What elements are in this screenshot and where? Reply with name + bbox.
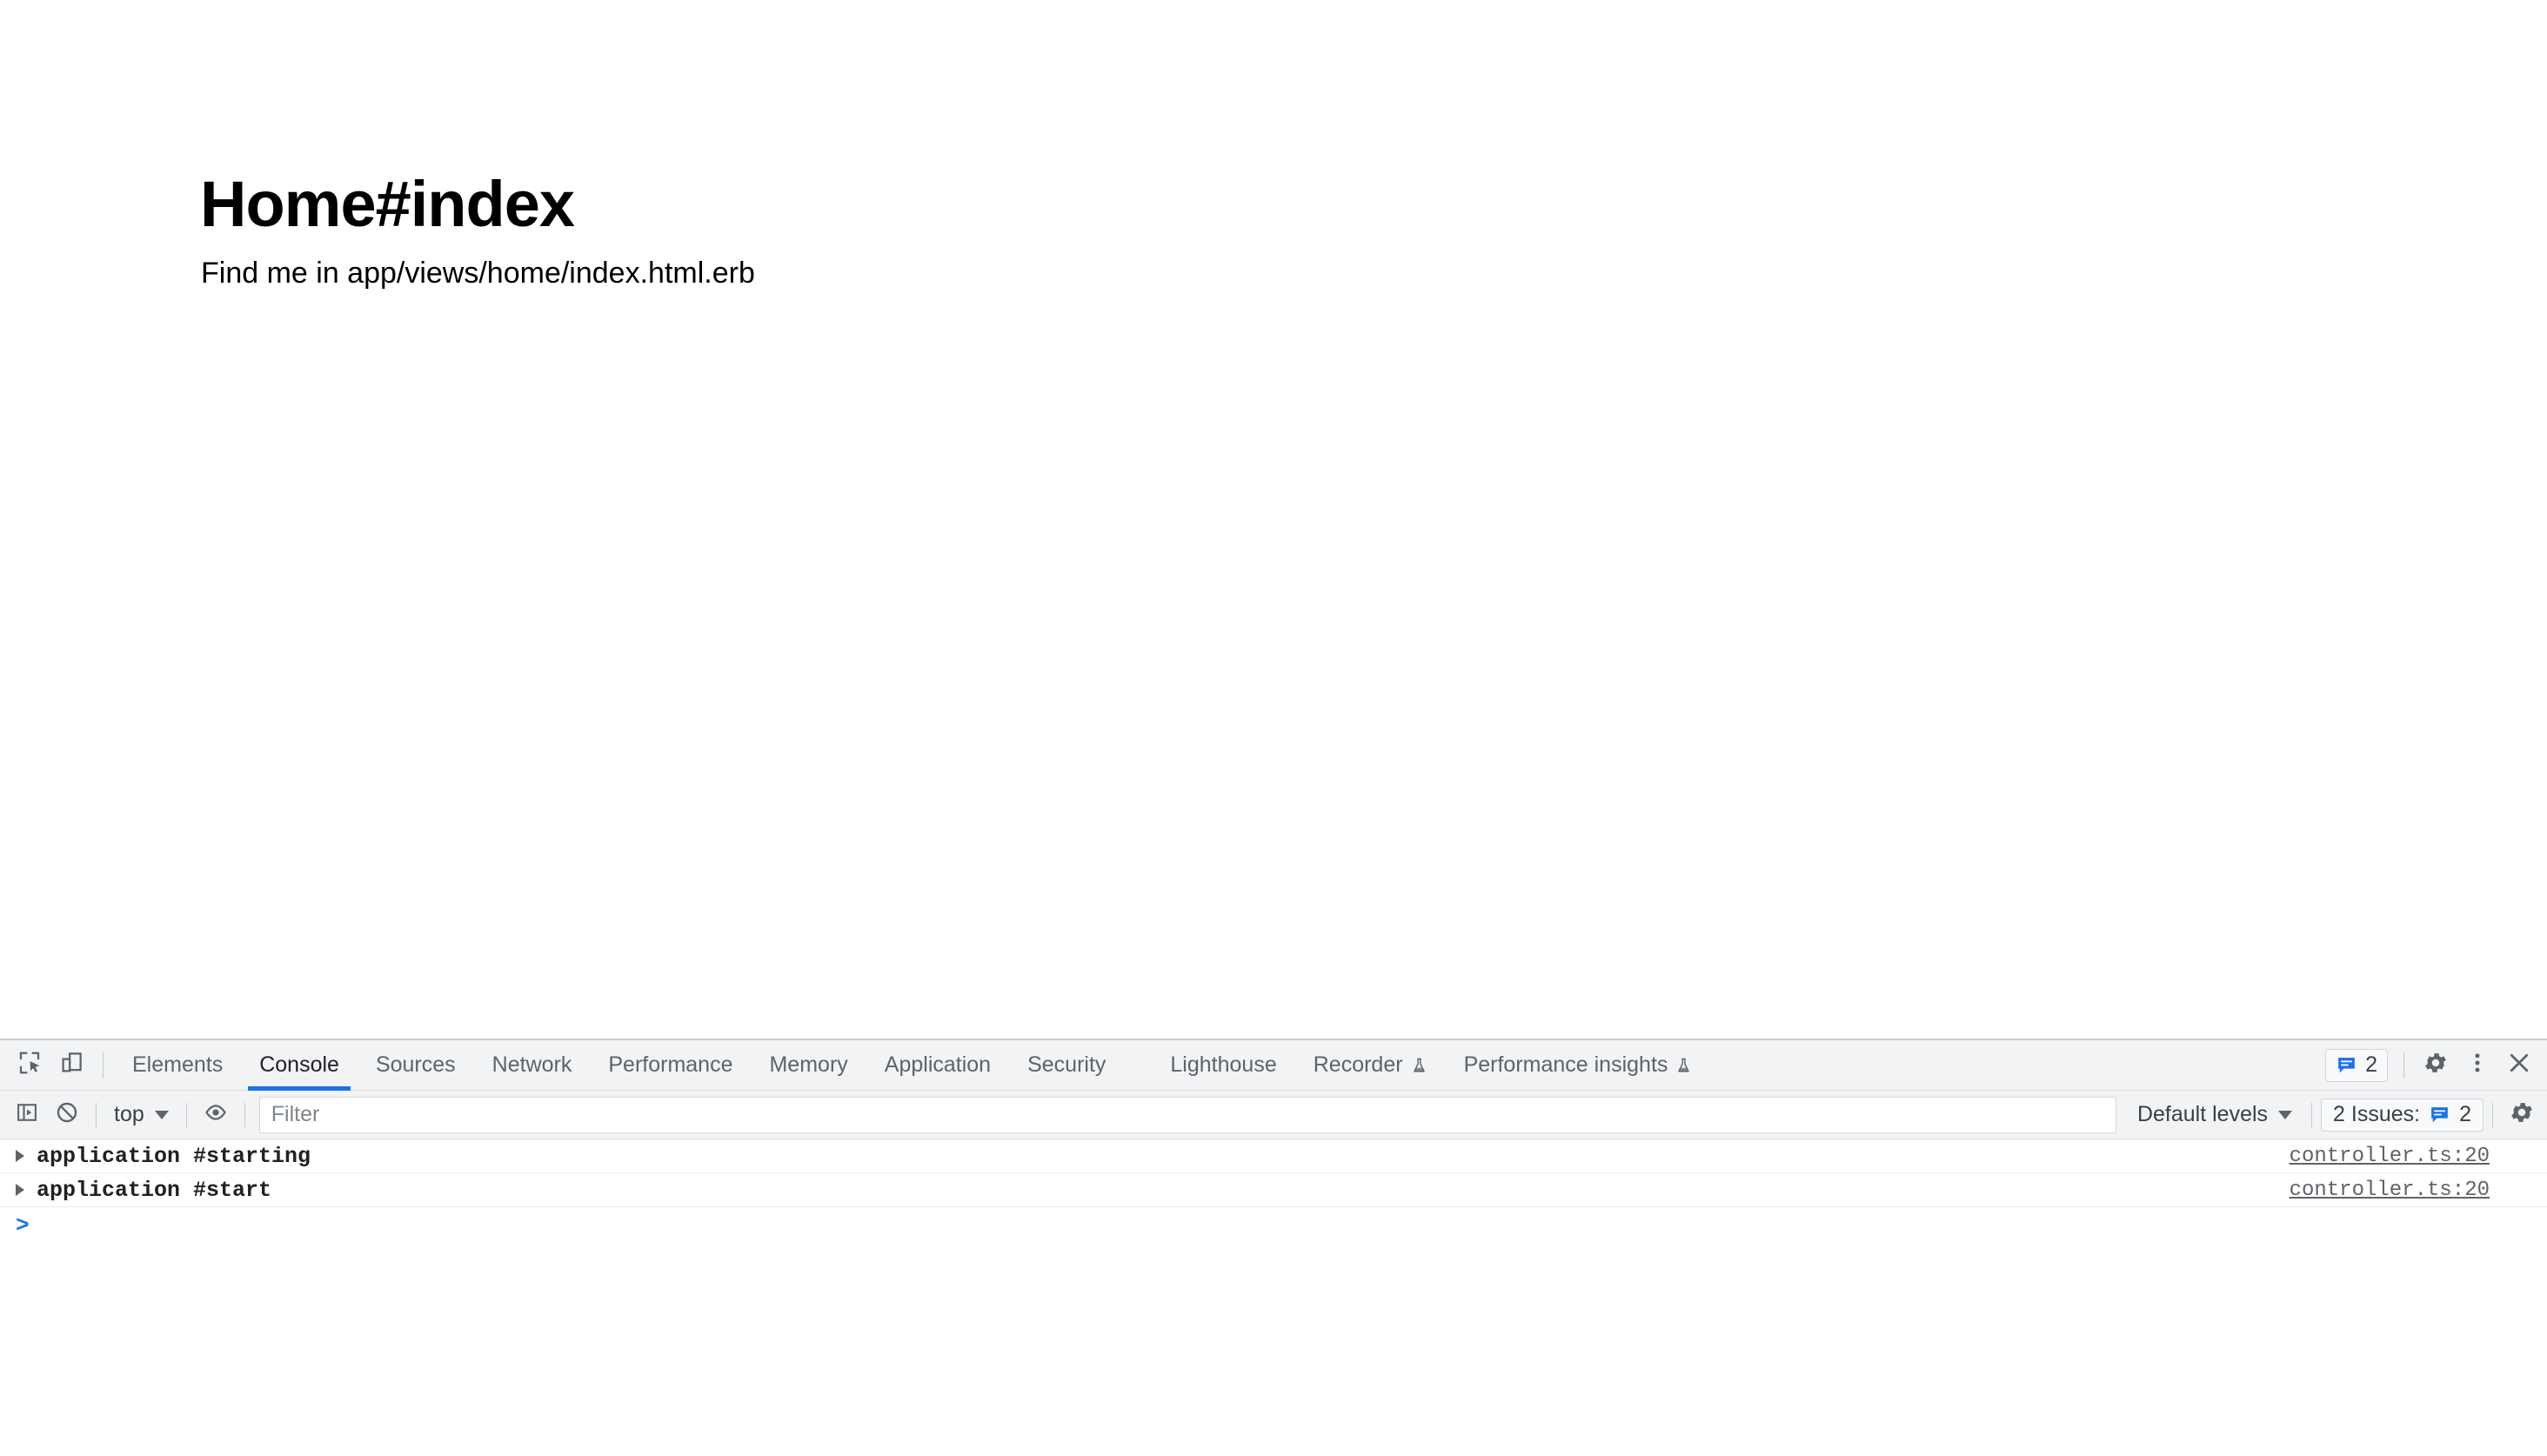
- tab-console[interactable]: Console: [241, 1040, 358, 1091]
- console-context-selector[interactable]: top: [105, 1098, 177, 1132]
- tab-network[interactable]: Network: [474, 1040, 591, 1091]
- console-prompt-input[interactable]: [30, 1207, 2547, 1244]
- experimental-flask-icon: [1411, 1056, 1427, 1075]
- console-message-text: application #start: [37, 1178, 271, 1203]
- live-expression-eye-icon: [204, 1100, 228, 1129]
- page-viewport: Home#index Find me in app/views/home/ind…: [0, 0, 2547, 1039]
- tab-label: Memory: [769, 1052, 847, 1078]
- console-issues-count: 2: [2459, 1102, 2471, 1127]
- close-icon: [2506, 1050, 2532, 1080]
- tab-label: Security: [1027, 1052, 1106, 1078]
- devtools-panel: Elements Console Sources Network Performance…: [0, 1039, 2547, 1456]
- issues-badge-button[interactable]: 2: [2325, 1049, 2388, 1082]
- console-context-label: top: [114, 1102, 144, 1127]
- console-prompt-row[interactable]: >: [0, 1207, 2547, 1244]
- tab-label: Elements: [132, 1052, 223, 1078]
- tab-label: Performance insights: [1464, 1052, 1668, 1078]
- console-settings-button[interactable]: [2502, 1095, 2542, 1135]
- tab-application[interactable]: Application: [866, 1040, 1009, 1091]
- tab-security[interactable]: Security: [1009, 1040, 1124, 1091]
- gear-icon: [2423, 1050, 2449, 1080]
- console-prompt-chevron-icon: >: [16, 1212, 30, 1239]
- devtools-tabbar-actions: 2: [2325, 1045, 2547, 1086]
- message-bubble-icon: [2429, 1104, 2450, 1125]
- tab-label: Application: [885, 1052, 991, 1078]
- console-message-row[interactable]: application #start controller.ts:20: [0, 1173, 2547, 1207]
- console-source-link[interactable]: controller.ts:20: [2290, 1145, 2490, 1168]
- clear-console-icon: [55, 1100, 79, 1129]
- message-bubble-icon: [2336, 1054, 2357, 1076]
- tab-label: Performance: [608, 1052, 732, 1078]
- toolbar-divider: [186, 1103, 187, 1127]
- inspect-element-button[interactable]: [9, 1045, 50, 1086]
- chevron-down-icon: [2278, 1111, 2292, 1119]
- toolbar-divider: [96, 1103, 97, 1127]
- console-message-row[interactable]: application #starting controller.ts:20: [0, 1139, 2547, 1173]
- console-issues-label: 2 Issues:: [2333, 1102, 2420, 1127]
- tab-label: Network: [492, 1052, 572, 1078]
- devtools-close-button[interactable]: [2498, 1045, 2540, 1086]
- page-subtitle: Find me in app/views/home/index.html.erb: [201, 256, 755, 291]
- tab-elements[interactable]: Elements: [114, 1040, 241, 1091]
- devtools-settings-button[interactable]: [2415, 1045, 2457, 1086]
- devtools-more-button[interactable]: [2457, 1045, 2498, 1086]
- console-sidebar-toggle-icon: [15, 1100, 39, 1129]
- toolbar-divider: [244, 1103, 245, 1127]
- tab-label: Sources: [376, 1052, 456, 1078]
- console-log-level-selector[interactable]: Default levels: [2127, 1098, 2303, 1132]
- tab-memory[interactable]: Memory: [751, 1040, 866, 1091]
- console-message-text: application #starting: [37, 1144, 311, 1169]
- console-issues-button[interactable]: 2 Issues: 2: [2321, 1099, 2483, 1132]
- expand-triangle-icon[interactable]: [16, 1150, 24, 1162]
- devtools-tab-list: Elements Console Sources Network Performance…: [114, 1040, 2325, 1091]
- console-message-list: application #startingcontroller.ts:20app…: [0, 1139, 2547, 1207]
- tab-recorder[interactable]: Recorder: [1295, 1040, 1446, 1091]
- gear-icon: [2509, 1099, 2535, 1130]
- tab-performance[interactable]: Performance: [590, 1040, 751, 1091]
- tab-performance-insights[interactable]: Performance insights: [1446, 1040, 1711, 1091]
- toolbar-divider: [2492, 1103, 2493, 1127]
- issues-badge-count: 2: [2365, 1052, 2377, 1078]
- devtools-tabbar: Elements Console Sources Network Performance…: [0, 1040, 2547, 1091]
- live-expression-button[interactable]: [196, 1095, 236, 1135]
- tab-label: Recorder: [1314, 1052, 1403, 1078]
- device-toolbar-icon: [58, 1050, 84, 1080]
- console-source-link[interactable]: controller.ts:20: [2290, 1179, 2490, 1202]
- toolbar-divider: [2403, 1052, 2404, 1079]
- toolbar-divider: [2311, 1103, 2312, 1127]
- experimental-flask-icon: [1675, 1056, 1692, 1075]
- device-toolbar-button[interactable]: [50, 1045, 92, 1086]
- kebab-menu-icon: [2464, 1050, 2490, 1080]
- chevron-down-icon: [155, 1111, 169, 1119]
- page-title: Home#index: [200, 170, 574, 238]
- console-sidebar-toggle-button[interactable]: [7, 1095, 47, 1135]
- tab-sources[interactable]: Sources: [358, 1040, 474, 1091]
- expand-triangle-icon[interactable]: [16, 1184, 24, 1196]
- tab-label: Console: [259, 1052, 339, 1078]
- tab-label: Lighthouse: [1170, 1052, 1276, 1078]
- console-log-level-label: Default levels: [2137, 1102, 2268, 1127]
- tab-lighthouse[interactable]: Lighthouse: [1152, 1040, 1294, 1091]
- inspect-element-icon: [17, 1050, 43, 1080]
- clear-console-button[interactable]: [47, 1095, 87, 1135]
- console-filter-toolbar: top Default levels 2 Issues:: [0, 1091, 2547, 1139]
- toolbar-divider: [103, 1052, 104, 1079]
- console-filter-input[interactable]: [259, 1097, 2116, 1133]
